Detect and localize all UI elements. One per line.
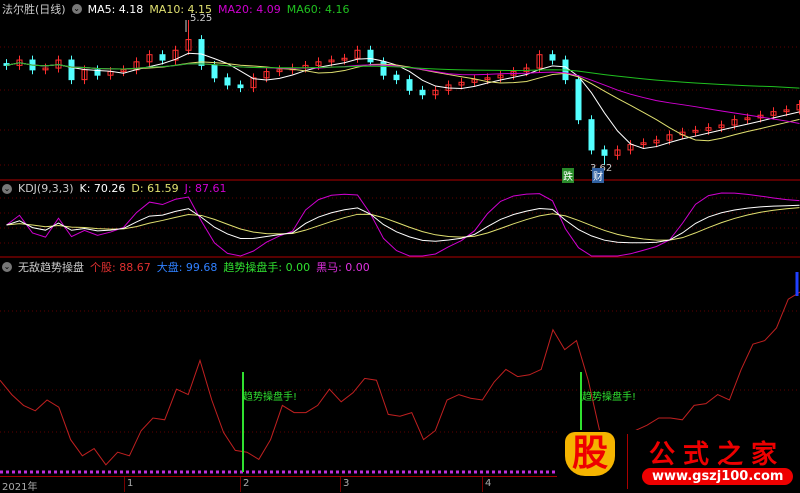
kdj-title: KDJ(9,3,3) [18, 182, 74, 195]
logo-name: 公式之家 [649, 440, 786, 470]
candle-body [68, 59, 75, 81]
indicator-header: ⌄ 无敌趋势操盘 个股: 88.67 大盘: 99.68 趋势操盘手: 0.00… [2, 259, 370, 275]
kdj-k: K: 70.26 [79, 182, 126, 195]
candle-body [601, 149, 608, 156]
candle-body [393, 74, 400, 81]
candle-body [159, 54, 166, 61]
signal-label-2: 趋势操盘手! [582, 392, 637, 403]
ma5-value: MA5: 4.18 [87, 2, 144, 16]
main-header: 法尔胜(日线) ⌄ MA5: 4.18 MA10: 4.15 MA20: 4.0… [2, 1, 349, 17]
chevron-down-icon[interactable]: ⌄ [2, 183, 12, 194]
chevron-down-icon[interactable]: ⌄ [71, 4, 82, 14]
ma60-value: MA60: 4.16 [286, 2, 350, 16]
candle-body [588, 119, 595, 151]
candle-body [575, 79, 582, 121]
signal-label-1: 趋势操盘手! [243, 392, 298, 403]
logo-url: www.gszj100.com [642, 468, 794, 485]
dapan-value: 大盘: 99.68 [156, 261, 218, 274]
kdj-j: J: 87.61 [184, 182, 227, 195]
logo-char: 股 [565, 432, 615, 476]
heima-value: 黑马: 0.00 [316, 261, 370, 274]
candle-body [367, 49, 374, 63]
candle-body [237, 84, 244, 89]
candle-body [224, 77, 231, 86]
gegu-value: 个股: 88.67 [90, 261, 151, 274]
trend-value: 趋势操盘手: 0.00 [223, 261, 311, 274]
kdj-k-line [6, 204, 800, 244]
chevron-down-icon[interactable]: ⌄ [2, 262, 12, 272]
ma10-line [6, 61, 800, 142]
kdj-d: D: 61.59 [131, 182, 179, 195]
kdj-header: ⌄ KDJ(9,3,3) K: 70.26 D: 61.59 J: 87.61 [2, 182, 227, 195]
indicator-title: 无敌趋势操盘 [18, 261, 84, 274]
tag-down[interactable]: 跌 [562, 168, 574, 183]
ma10-value: MA10: 4.15 [149, 2, 213, 16]
axis-label: 3 [343, 478, 350, 489]
stock-title: 法尔胜(日线) [2, 3, 66, 16]
tag-finance[interactable]: 财 [592, 168, 604, 183]
ma20-value: MA20: 4.09 [218, 2, 281, 16]
candle-body [549, 54, 556, 61]
stock-chart[interactable] [0, 0, 800, 491]
candle-body [211, 64, 218, 79]
kdj-d-line [6, 207, 800, 241]
axis-label: 1 [127, 478, 134, 489]
axis-label: 2 [243, 478, 250, 489]
watermark-logo: 股 公式之家 www.gszj100.com [557, 430, 800, 491]
candle-body [406, 79, 413, 91]
candle-body [419, 89, 426, 96]
axis-label: 4 [485, 478, 492, 489]
